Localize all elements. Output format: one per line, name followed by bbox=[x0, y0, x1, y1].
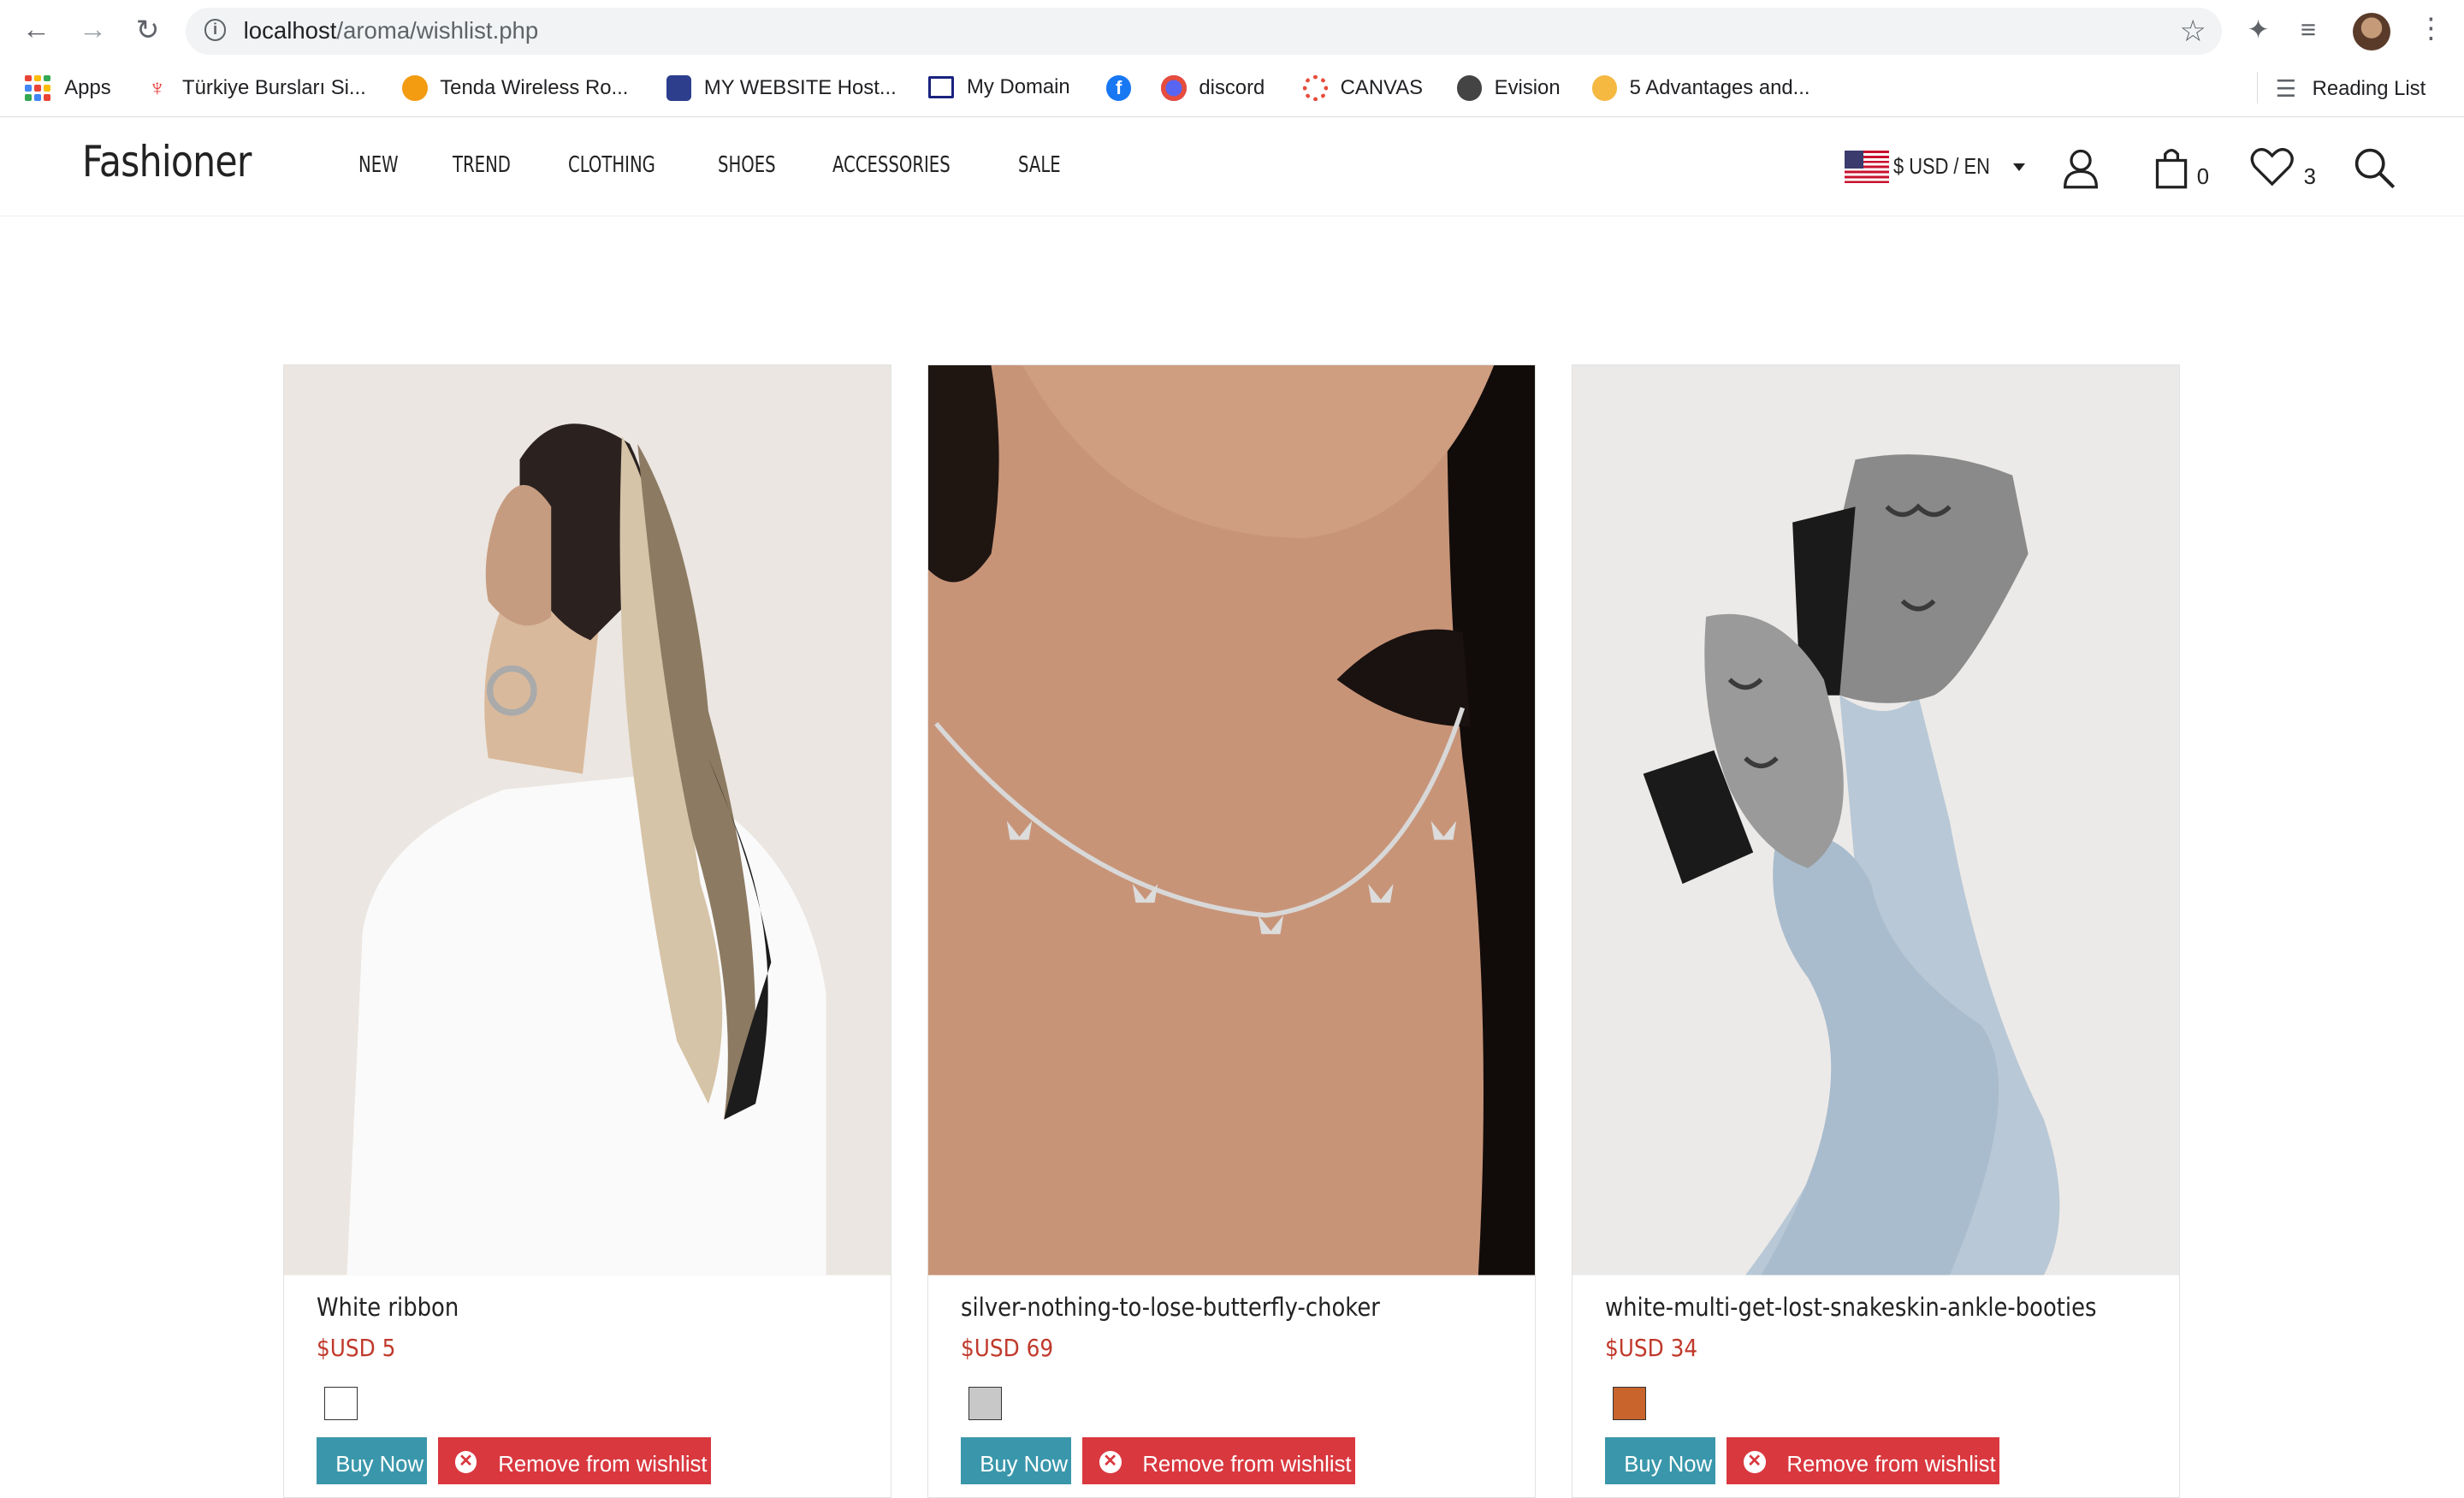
remove-label: Remove from wishlist bbox=[498, 1453, 708, 1477]
close-circle-icon: ✕ bbox=[1743, 1451, 1766, 1473]
bookmark-facebook[interactable]: f bbox=[1106, 75, 1144, 101]
remove-label: Remove from wishlist bbox=[1142, 1453, 1352, 1477]
url-host: localhost bbox=[243, 17, 337, 44]
bookmark-label: MY WEBSITE Host... bbox=[703, 75, 897, 99]
remove-from-wishlist-button[interactable]: ✕ Remove from wishlist bbox=[437, 1436, 712, 1484]
site-info-icon[interactable]: i bbox=[204, 19, 227, 41]
profile-avatar[interactable] bbox=[2352, 12, 2390, 50]
rocket-icon bbox=[666, 75, 692, 101]
close-circle-icon: ✕ bbox=[454, 1451, 477, 1473]
browser-toolbar: ← → ↻ i localhost/aroma/wishlist.php ☆ ✦… bbox=[0, 0, 2464, 60]
menu-trend[interactable]: TREND bbox=[453, 152, 511, 178]
product-title[interactable]: white-multi-get-lost-snakeskin-ankle-boo… bbox=[1605, 1293, 2096, 1322]
shopping-bag-icon[interactable] bbox=[2153, 146, 2190, 190]
product-image[interactable] bbox=[283, 365, 891, 1276]
bookmark-label: discord bbox=[1199, 75, 1265, 99]
tenda-icon bbox=[402, 75, 428, 101]
bookmark-my-domain[interactable]: My Domain bbox=[928, 75, 1070, 99]
menu-shoes[interactable]: SHOES bbox=[718, 152, 776, 178]
bookmark-star-icon[interactable]: ☆ bbox=[2179, 15, 2206, 49]
bookmark-tenda[interactable]: Tenda Wireless Ro... bbox=[402, 75, 629, 101]
reading-list-icon: ☰ bbox=[2275, 75, 2297, 103]
bookmark-label: CANVAS bbox=[1340, 75, 1424, 99]
media-queue-icon[interactable]: ≡ bbox=[2301, 15, 2316, 45]
bookmark-label: 5 Advantages and... bbox=[1629, 75, 1810, 99]
bookmark-label: Apps bbox=[64, 75, 111, 99]
bookmarks-bar: Apps ♆ Türkiye Bursları Si... Tenda Wire… bbox=[0, 59, 2464, 117]
menu-sale[interactable]: SALE bbox=[1018, 152, 1061, 178]
address-bar[interactable]: i localhost/aroma/wishlist.php ☆ bbox=[185, 8, 2223, 56]
heart-icon[interactable] bbox=[2250, 146, 2294, 187]
reload-icon[interactable]: ↻ bbox=[130, 13, 164, 47]
url-text: localhost/aroma/wishlist.php bbox=[244, 17, 539, 44]
wishlist-card: white-multi-get-lost-snakeskin-ankle-boo… bbox=[1571, 364, 2180, 1498]
product-price: $USD 34 bbox=[1605, 1335, 1698, 1363]
discord-icon bbox=[1161, 75, 1187, 101]
product-image[interactable] bbox=[1572, 365, 2179, 1276]
browser-menu-icon[interactable]: ⋮ bbox=[2417, 11, 2445, 45]
color-swatch[interactable] bbox=[968, 1386, 1003, 1420]
bookmark-separator bbox=[2256, 72, 2259, 104]
wishlist-card: White ribbon $USD 5 Buy Now ✕ Remove fro… bbox=[282, 364, 891, 1498]
smiley-icon bbox=[1591, 75, 1617, 101]
facebook-icon: f bbox=[1106, 75, 1132, 101]
cart-count: 0 bbox=[2196, 164, 2209, 189]
bookmark-canvas[interactable]: CANVAS bbox=[1302, 75, 1424, 101]
product-title[interactable]: White ribbon bbox=[317, 1293, 459, 1322]
product-image[interactable] bbox=[927, 365, 1535, 1276]
menu-new[interactable]: NEW bbox=[358, 152, 399, 178]
search-icon[interactable] bbox=[2353, 146, 2396, 190]
bookmark-label: My Domain bbox=[967, 75, 1070, 99]
globe-icon bbox=[1456, 75, 1482, 101]
bookmark-discord[interactable]: discord bbox=[1161, 75, 1265, 101]
caret-down-icon bbox=[2013, 163, 2026, 171]
back-arrow-icon[interactable]: ← bbox=[19, 13, 53, 47]
us-flag-icon bbox=[1845, 151, 1889, 184]
reading-list-button[interactable]: ☰ Reading List bbox=[2256, 72, 2426, 104]
bookmark-apps[interactable]: Apps bbox=[25, 75, 111, 101]
bookmark-5-advantages[interactable]: 5 Advantages and... bbox=[1591, 75, 1810, 101]
tulip-icon: ♆ bbox=[148, 74, 166, 102]
currency-selector[interactable]: $ USD / EN bbox=[1845, 151, 2026, 184]
window-icon bbox=[928, 76, 955, 99]
bookmark-evision[interactable]: Evision bbox=[1456, 75, 1561, 101]
remove-from-wishlist-button[interactable]: ✕ Remove from wishlist bbox=[1726, 1436, 2000, 1484]
bookmark-label: Evision bbox=[1494, 75, 1561, 99]
wishlist-count: 3 bbox=[2303, 164, 2316, 189]
remove-from-wishlist-button[interactable]: ✕ Remove from wishlist bbox=[1081, 1436, 1356, 1484]
canvas-icon bbox=[1302, 75, 1328, 101]
product-price: $USD 69 bbox=[961, 1335, 1054, 1363]
site-logo[interactable]: Fashioner bbox=[82, 137, 252, 187]
forward-arrow-icon[interactable]: → bbox=[75, 13, 110, 47]
color-swatch[interactable] bbox=[324, 1386, 358, 1420]
menu-clothing[interactable]: CLOTHING bbox=[568, 152, 655, 178]
bookmark-label: Türkiye Bursları Si... bbox=[182, 75, 366, 99]
site-header: Fashioner NEW TREND CLOTHING SHOES ACCES… bbox=[0, 117, 2464, 216]
bookmark-label: Tenda Wireless Ro... bbox=[440, 75, 629, 99]
reading-list-label: Reading List bbox=[2312, 77, 2426, 101]
bookmark-my-website[interactable]: MY WEBSITE Host... bbox=[666, 75, 897, 101]
close-circle-icon: ✕ bbox=[1099, 1451, 1122, 1473]
product-price: $USD 5 bbox=[317, 1335, 396, 1363]
menu-accessories[interactable]: ACCESSORIES bbox=[832, 152, 951, 178]
color-swatch[interactable] bbox=[1613, 1386, 1647, 1420]
buy-now-button[interactable]: Buy Now bbox=[317, 1436, 427, 1484]
wishlist-card: silver-nothing-to-lose-butterfly-choker … bbox=[927, 364, 1536, 1498]
main-menu: NEW TREND CLOTHING SHOES ACCESSORIES SAL… bbox=[358, 152, 1116, 178]
buy-now-button[interactable]: Buy Now bbox=[1605, 1436, 1715, 1484]
user-icon[interactable] bbox=[2062, 146, 2100, 190]
apps-grid-icon bbox=[25, 75, 50, 101]
currency-label: $ USD / EN bbox=[1893, 155, 1991, 180]
url-path: /aroma/wishlist.php bbox=[336, 17, 539, 44]
buy-now-button[interactable]: Buy Now bbox=[961, 1436, 1071, 1484]
extensions-icon[interactable]: ✦ bbox=[2247, 15, 2269, 45]
bookmark-turkiye-burslari[interactable]: ♆ Türkiye Bursları Si... bbox=[145, 75, 366, 100]
remove-label: Remove from wishlist bbox=[1786, 1453, 1996, 1477]
product-title[interactable]: silver-nothing-to-lose-butterfly-choker bbox=[961, 1293, 1380, 1322]
